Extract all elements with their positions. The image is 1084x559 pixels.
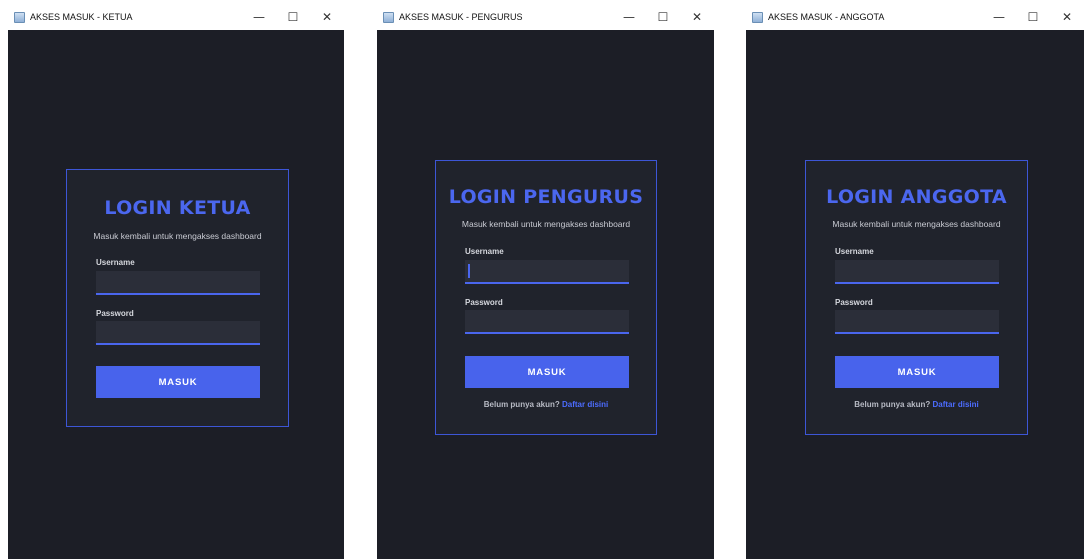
register-prompt-text: Belum punya akun? [483,400,560,409]
username-label: Username [96,258,135,267]
close-button[interactable]: ✕ [310,4,344,30]
window-content: LOGIN PENGURUS Masuk kembali untuk menga… [377,30,714,559]
window-title: AKSES MASUK - ANGGOTA [768,12,885,22]
maximize-button[interactable]: ☐ [1016,4,1050,30]
window-content: LOGIN KETUA Masuk kembali untuk mengakse… [8,30,344,559]
maximize-button[interactable]: ☐ [276,4,310,30]
window-content: LOGIN ANGGOTA Masuk kembali untuk mengak… [746,30,1084,559]
username-input[interactable] [835,260,999,284]
close-button[interactable]: ✕ [680,4,714,30]
close-button[interactable]: ✕ [1050,4,1084,30]
title-bar[interactable]: AKSES MASUK - ANGGOTA — ☐ ✕ [746,4,1084,30]
login-title: LOGIN PENGURUS [448,186,644,208]
register-link[interactable]: Daftar disini [562,400,608,409]
login-subtitle: Masuk kembali untuk mengakses dashboard [93,231,262,241]
register-prompt-text: Belum punya akun? [854,400,931,409]
login-card: LOGIN ANGGOTA Masuk kembali untuk mengak… [805,160,1028,435]
password-input[interactable] [835,310,999,334]
register-prompt: Belum punya akun? Daftar disini [806,400,1027,409]
java-app-icon [14,11,25,23]
maximize-button[interactable]: ☐ [646,4,680,30]
password-input[interactable] [465,310,629,334]
register-link[interactable]: Daftar disini [933,400,979,409]
password-label: Password [465,298,503,307]
username-input[interactable] [465,260,629,284]
login-title: LOGIN KETUA [104,197,251,219]
java-app-icon [752,11,763,23]
password-label: Password [835,298,873,307]
login-window-anggota: AKSES MASUK - ANGGOTA — ☐ ✕ LOGIN ANGGOT… [746,4,1084,559]
login-card: LOGIN PENGURUS Masuk kembali untuk menga… [435,160,657,435]
title-bar[interactable]: AKSES MASUK - KETUA — ☐ ✕ [8,4,344,30]
minimize-button[interactable]: — [612,4,646,30]
login-card: LOGIN KETUA Masuk kembali untuk mengakse… [66,169,289,427]
username-label: Username [835,247,874,256]
login-window-ketua: AKSES MASUK - KETUA — ☐ ✕ LOGIN KETUA Ma… [8,4,344,559]
login-subtitle: Masuk kembali untuk mengakses dashboard [832,219,1001,229]
minimize-button[interactable]: — [242,4,276,30]
password-input[interactable] [96,321,260,345]
password-label: Password [96,309,134,318]
masuk-button[interactable]: MASUK [465,356,629,388]
masuk-button[interactable]: MASUK [96,366,260,398]
java-app-icon [383,11,394,23]
window-title: AKSES MASUK - KETUA [30,12,133,22]
masuk-button[interactable]: MASUK [835,356,999,388]
register-prompt: Belum punya akun? Daftar disini [436,400,656,409]
title-bar[interactable]: AKSES MASUK - PENGURUS — ☐ ✕ [377,4,714,30]
login-window-pengurus: AKSES MASUK - PENGURUS — ☐ ✕ LOGIN PENGU… [377,4,714,559]
username-label: Username [465,247,504,256]
username-input[interactable] [96,271,260,295]
minimize-button[interactable]: — [982,4,1016,30]
login-title: LOGIN ANGGOTA [826,186,1007,208]
login-subtitle: Masuk kembali untuk mengakses dashboard [461,219,631,229]
text-caret [468,264,470,278]
window-title: AKSES MASUK - PENGURUS [399,12,523,22]
